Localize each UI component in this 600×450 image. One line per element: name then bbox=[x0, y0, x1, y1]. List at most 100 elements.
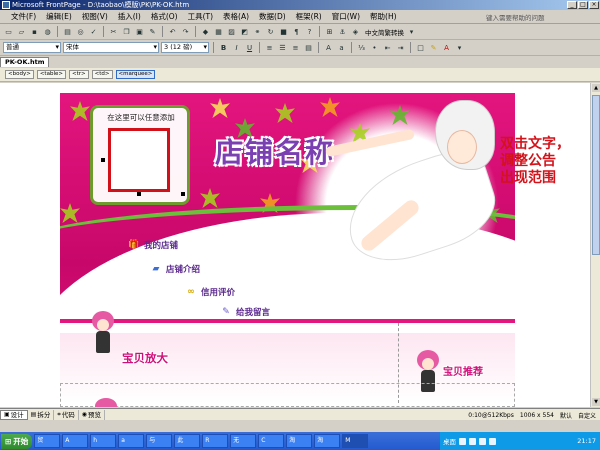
taskbar-item[interactable]: h bbox=[90, 434, 117, 448]
menu-insert[interactable]: 插入(I) bbox=[113, 11, 146, 22]
insert-table-icon[interactable]: ▦ bbox=[213, 26, 224, 37]
bullets-icon[interactable]: • bbox=[369, 42, 380, 53]
menu-frames[interactable]: 框架(R) bbox=[291, 11, 327, 22]
menu-table[interactable]: 表格(A) bbox=[218, 11, 254, 22]
menu-data[interactable]: 数据(D) bbox=[254, 11, 291, 22]
increase-font-icon[interactable]: A bbox=[323, 42, 334, 53]
show-all-icon[interactable]: ¶ bbox=[291, 26, 302, 37]
chevron-down-icon[interactable]: ▾ bbox=[454, 42, 465, 53]
status-custom[interactable]: 自定义 bbox=[578, 411, 596, 420]
minimize-button[interactable]: _ bbox=[567, 1, 577, 9]
start-button[interactable]: ⊞ 开始 bbox=[1, 433, 33, 449]
menu-file[interactable]: 文件(F) bbox=[6, 11, 41, 22]
resize-handle[interactable] bbox=[137, 192, 141, 196]
status-default[interactable]: 默认 bbox=[560, 411, 572, 420]
taskbar-item[interactable]: R bbox=[202, 434, 229, 448]
format-painter-icon[interactable]: ✎ bbox=[147, 26, 158, 37]
scroll-thumb[interactable] bbox=[592, 95, 600, 255]
publish-icon[interactable]: ◍ bbox=[42, 26, 53, 37]
align-left-icon[interactable]: ≡ bbox=[264, 42, 275, 53]
font-select[interactable]: 宋体 bbox=[63, 42, 159, 53]
taskbar-item[interactable]: 无 bbox=[230, 434, 257, 448]
antivirus-icon[interactable] bbox=[489, 437, 496, 445]
drawing-icon[interactable]: ◩ bbox=[239, 26, 250, 37]
font-size-select[interactable]: 3 (12 磅) bbox=[161, 42, 209, 53]
menu-window[interactable]: 窗口(W) bbox=[327, 11, 365, 22]
taskbar-item[interactable]: 淘 bbox=[286, 434, 313, 448]
scroll-down-icon[interactable]: ▼ bbox=[592, 398, 600, 406]
underline-button[interactable]: U bbox=[244, 42, 255, 53]
insert-picture-icon[interactable]: ▨ bbox=[226, 26, 237, 37]
preview-icon[interactable]: ◎ bbox=[75, 26, 86, 37]
taskbar-item[interactable]: 此 bbox=[174, 434, 201, 448]
nav-my-shop[interactable]: 🎁 我的店铺 bbox=[128, 239, 178, 251]
align-center-icon[interactable]: ☰ bbox=[277, 42, 288, 53]
hyperlink-icon[interactable]: ⚭ bbox=[252, 26, 263, 37]
maximize-button[interactable]: □ bbox=[578, 1, 588, 9]
chinese-convert-button[interactable]: 中文简繁转换 bbox=[365, 27, 404, 37]
ime-icon[interactable] bbox=[479, 437, 486, 445]
chevron-down-icon[interactable]: ▾ bbox=[406, 26, 417, 37]
vertical-scrollbar[interactable]: ▲ ▼ bbox=[590, 83, 600, 407]
align-right-icon[interactable]: ≡ bbox=[290, 42, 301, 53]
bold-button[interactable]: B bbox=[218, 42, 229, 53]
taskbar-item[interactable]: 淘 bbox=[314, 434, 341, 448]
help-question-box[interactable]: 键入需要帮助的问题 bbox=[486, 12, 586, 22]
decrease-indent-icon[interactable]: ⇤ bbox=[382, 42, 393, 53]
taskbar-item[interactable]: C bbox=[258, 434, 285, 448]
nav-credit-rating[interactable]: ∞ 信用评价 bbox=[185, 286, 235, 298]
table-draw-icon[interactable]: ⊞ bbox=[324, 26, 335, 37]
print-icon[interactable]: ▤ bbox=[62, 26, 73, 37]
font-color-icon[interactable]: A bbox=[441, 42, 452, 53]
status-page-size[interactable]: 1006 x 554 bbox=[520, 412, 554, 419]
nav-shop-intro[interactable]: ▰ 店铺介绍 bbox=[150, 263, 200, 275]
tag-marquee[interactable]: <marquee> bbox=[115, 70, 156, 79]
resize-handle[interactable] bbox=[181, 192, 185, 196]
taskbar-item[interactable]: a bbox=[118, 434, 145, 448]
tag-body[interactable]: <body> bbox=[5, 70, 34, 79]
increase-indent-icon[interactable]: ⇥ bbox=[395, 42, 406, 53]
menu-format[interactable]: 格式(O) bbox=[146, 11, 183, 22]
taskbar-item[interactable]: 与 bbox=[146, 434, 173, 448]
notice-caption[interactable]: 在这里可以任意添加 bbox=[95, 112, 187, 123]
web-component-icon[interactable]: ◈ bbox=[350, 26, 361, 37]
taskbar-item[interactable]: A bbox=[62, 434, 89, 448]
nav-leave-message[interactable]: ✎ 给我留言 bbox=[220, 306, 270, 318]
undo-icon[interactable]: ↶ bbox=[167, 26, 178, 37]
insert-component-icon[interactable]: ◆ bbox=[200, 26, 211, 37]
menu-help[interactable]: 帮助(H) bbox=[365, 11, 402, 22]
spell-icon[interactable]: ✓ bbox=[88, 26, 99, 37]
paste-icon[interactable]: ▣ bbox=[134, 26, 145, 37]
taskbar-item[interactable]: 贸 bbox=[34, 434, 61, 448]
stop-icon[interactable]: ■ bbox=[278, 26, 289, 37]
volume-icon[interactable] bbox=[469, 437, 476, 445]
numbering-icon[interactable]: ⅓ bbox=[356, 42, 367, 53]
tag-tr[interactable]: <tr> bbox=[68, 70, 89, 79]
tab-code[interactable]: ⌗ 代码 bbox=[54, 409, 79, 420]
redo-icon[interactable]: ↷ bbox=[180, 26, 191, 37]
open-icon[interactable]: ▱ bbox=[16, 26, 27, 37]
network-icon[interactable] bbox=[459, 437, 466, 445]
refresh-icon[interactable]: ↻ bbox=[265, 26, 276, 37]
design-view-canvas[interactable]: 在这里可以任意添加 店铺名称 🎁 我的店铺 ▰ 店铺介绍 ∞ 信用评价 ✎ 给我… bbox=[0, 83, 590, 407]
taskbar-item-frontpage[interactable]: M bbox=[342, 434, 369, 448]
scroll-up-icon[interactable]: ▲ bbox=[592, 84, 600, 92]
copy-icon[interactable]: ❐ bbox=[121, 26, 132, 37]
lower-table-row[interactable] bbox=[60, 383, 515, 407]
menu-view[interactable]: 视图(V) bbox=[77, 11, 113, 22]
style-select[interactable]: 普通 bbox=[3, 42, 61, 53]
document-tab[interactable]: PK-OK.htm bbox=[0, 57, 50, 67]
highlight-icon[interactable]: ✎ bbox=[428, 42, 439, 53]
menu-edit[interactable]: 编辑(E) bbox=[41, 11, 77, 22]
border-icon[interactable]: □ bbox=[415, 42, 426, 53]
clock[interactable]: 21:17 bbox=[577, 437, 596, 445]
italic-button[interactable]: I bbox=[231, 42, 242, 53]
resize-handle[interactable] bbox=[101, 158, 105, 162]
desktop-toolbar-label[interactable]: 桌面 bbox=[443, 436, 456, 446]
save-icon[interactable]: ▪ bbox=[29, 26, 40, 37]
close-button[interactable]: × bbox=[589, 1, 599, 9]
tab-design[interactable]: ▣ 设计 bbox=[0, 409, 28, 420]
tab-split[interactable]: ▤ 拆分 bbox=[28, 409, 55, 420]
cut-icon[interactable]: ✂ bbox=[108, 26, 119, 37]
menu-tools[interactable]: 工具(T) bbox=[183, 11, 218, 22]
